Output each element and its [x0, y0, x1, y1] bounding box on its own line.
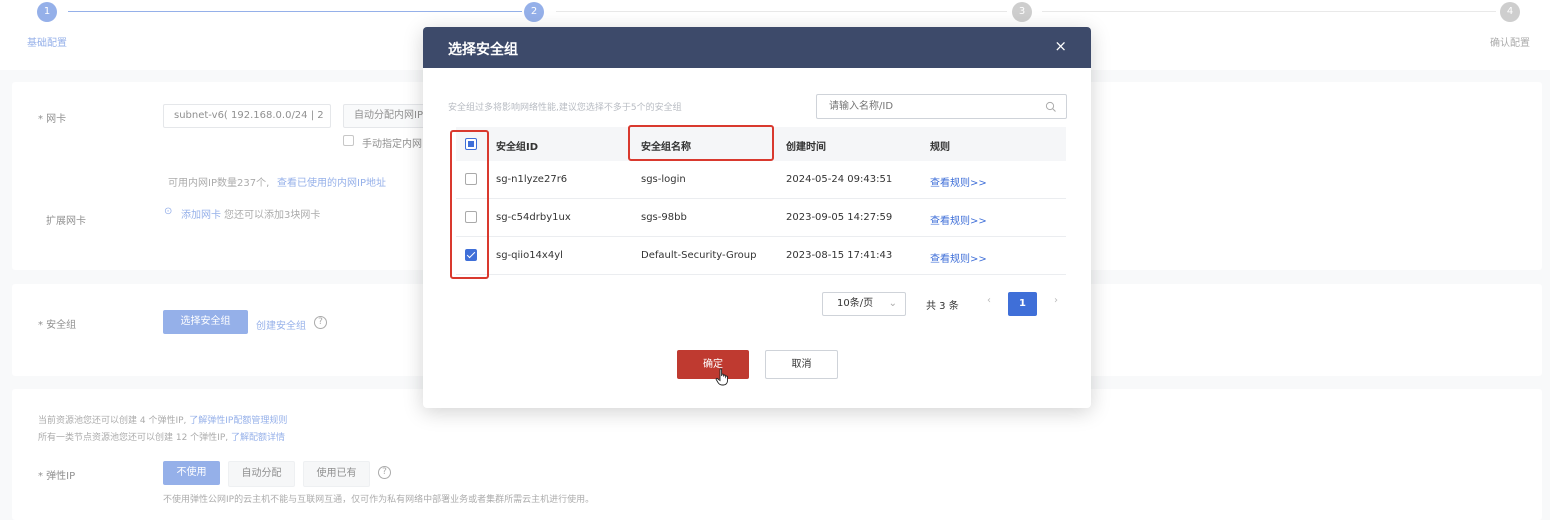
close-icon[interactable]: × — [1054, 38, 1067, 54]
page-size-select[interactable]: 10条/页 ⌄ — [822, 292, 906, 316]
checkbox-column-highlight — [450, 130, 489, 279]
prev-page-icon[interactable]: ‹ — [987, 295, 991, 306]
confirm-button[interactable]: 确定 — [677, 350, 749, 379]
search-icon[interactable] — [1045, 101, 1057, 113]
row-name: sgs-98bb — [641, 212, 687, 223]
select-security-group-modal: 选择安全组 × 安全组过多将影响网络性能,建议您选择不多于5个的安全组 安全组I… — [423, 27, 1091, 408]
view-rules-link[interactable]: 查看规则>> — [930, 212, 987, 227]
column-header-id: 安全组ID — [496, 142, 539, 153]
row-id: sg-n1lyze27r6 — [496, 174, 568, 185]
modal-title: 选择安全组 — [448, 42, 518, 58]
column-header-rules: 规则 — [930, 142, 950, 153]
row-created: 2024-05-24 09:43:51 — [786, 174, 893, 185]
row-created: 2023-09-05 14:27:59 — [786, 212, 893, 223]
column-header-created: 创建时间 — [786, 142, 826, 153]
next-page-icon[interactable]: › — [1054, 295, 1058, 306]
row-id: sg-qiio14x4yl — [496, 250, 563, 261]
view-rules-link[interactable]: 查看规则>> — [930, 174, 987, 189]
security-group-hint: 安全组过多将影响网络性能,建议您选择不多于5个的安全组 — [448, 103, 682, 113]
row-name: sgs-login — [641, 174, 686, 185]
table-row[interactable]: sg-n1lyze27r6 sgs-login 2024-05-24 09:43… — [456, 161, 1066, 199]
modal-header: 选择安全组 × — [423, 27, 1091, 68]
chevron-down-icon: ⌄ — [888, 298, 897, 309]
table-row[interactable]: sg-c54drby1ux sgs-98bb 2023-09-05 14:27:… — [456, 199, 1066, 237]
table-row[interactable]: sg-qiio14x4yl Default-Security-Group 202… — [456, 237, 1066, 275]
hand-cursor-icon — [715, 368, 728, 386]
row-name: Default-Security-Group — [641, 250, 757, 261]
row-created: 2023-08-15 17:41:43 — [786, 250, 893, 261]
name-column-highlight — [628, 125, 774, 161]
view-rules-link[interactable]: 查看规则>> — [930, 250, 987, 265]
pager-total: 共 3 条 — [926, 301, 959, 312]
cancel-button[interactable]: 取消 — [765, 350, 838, 379]
current-page-button[interactable]: 1 — [1008, 292, 1037, 316]
row-id: sg-c54drby1ux — [496, 212, 571, 223]
search-input[interactable] — [816, 94, 1067, 119]
page-size-value: 10条/页 — [837, 298, 874, 309]
